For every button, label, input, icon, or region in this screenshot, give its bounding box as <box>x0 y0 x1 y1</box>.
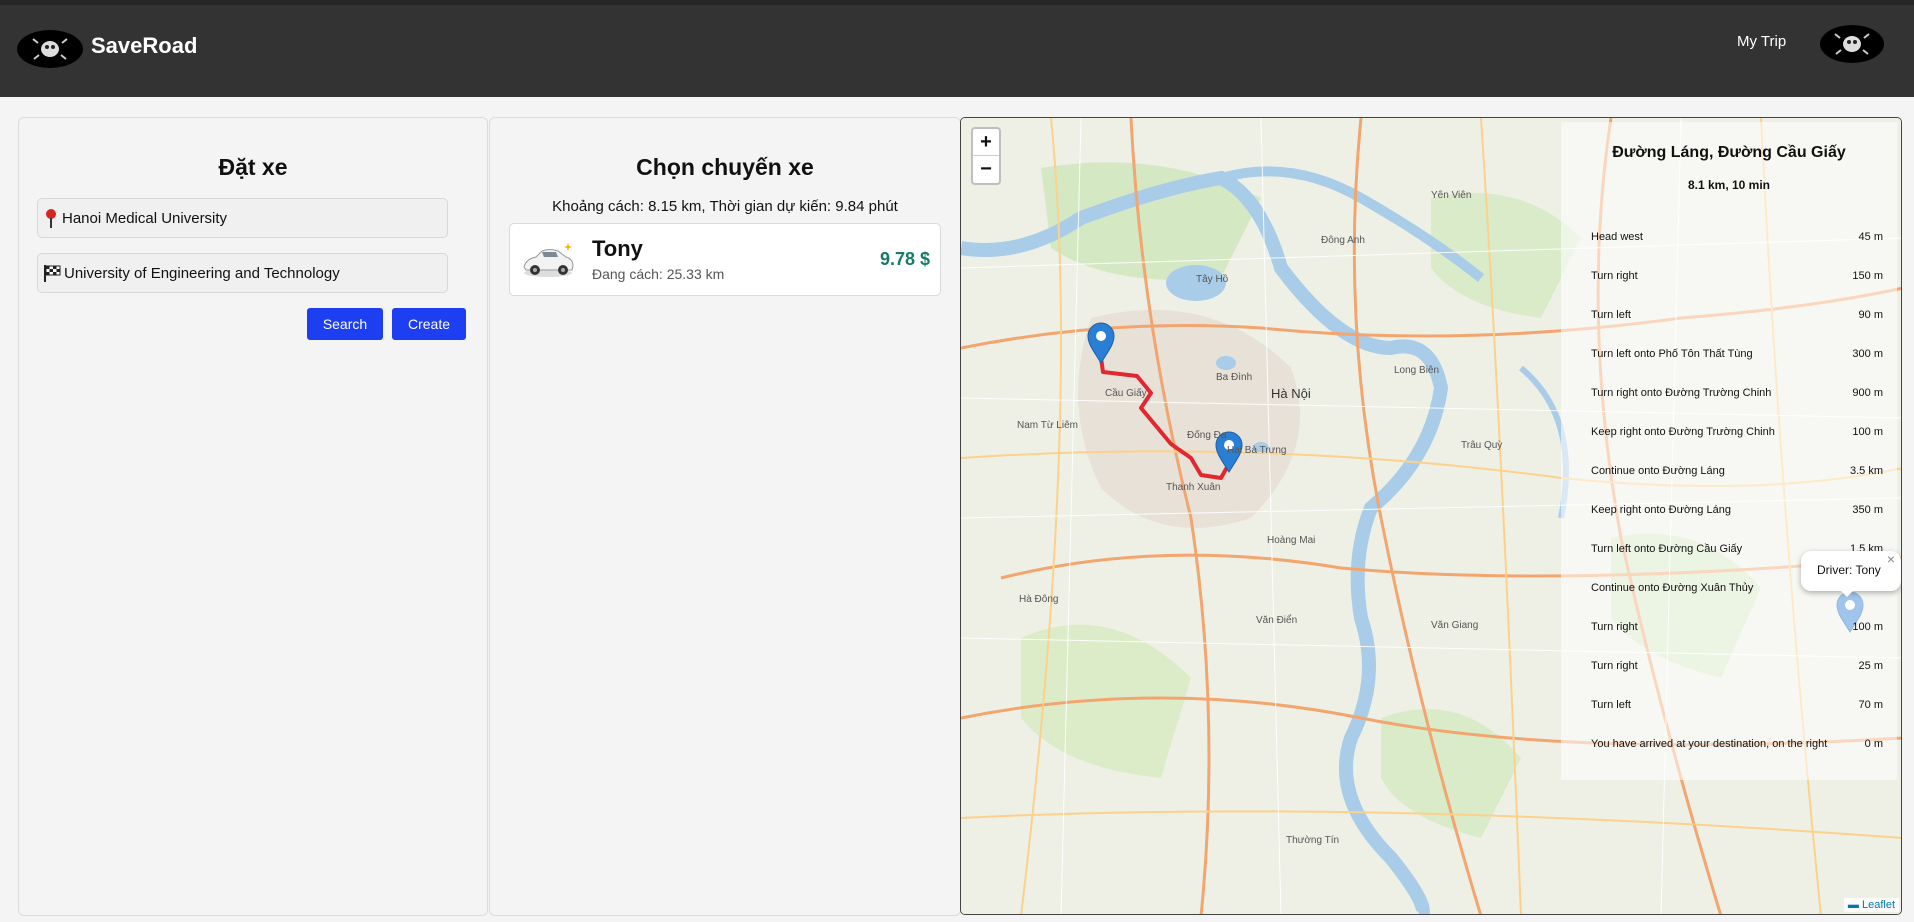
ride-title: Chọn chuyến xe <box>636 154 814 180</box>
map-label: Hai Bà Trưng <box>1227 445 1287 456</box>
booking-panel: Đặt xe Search Create <box>18 117 488 916</box>
ride-card[interactable]: Tony Đang cách: 25.33 km 9.78 $ <box>509 223 941 296</box>
avatar[interactable] <box>1820 25 1884 63</box>
map-label: Thanh Xuân <box>1166 482 1221 493</box>
route-step[interactable]: Turn right 25 m <box>1591 660 1887 676</box>
ride-panel: Chọn chuyến xe Khoảng cách: 8.15 km, Thờ… <box>489 117 961 916</box>
route-step-distance: 0 m <box>1864 738 1883 750</box>
route-step-text: Head west <box>1591 231 1643 243</box>
map-label: Yên Viên <box>1431 190 1471 201</box>
route-step[interactable]: Turn right 150 m <box>1591 270 1887 286</box>
search-button[interactable]: Search <box>307 308 383 340</box>
route-step-text: Continue onto Đường Láng <box>1591 465 1725 477</box>
route-step-text: Keep right onto Đường Láng <box>1591 504 1731 516</box>
route-step-distance: 25 m <box>1858 660 1883 672</box>
route-step-text: Turn right <box>1591 270 1638 282</box>
route-step-text: Turn left onto Phố Tôn Thất Tùng <box>1591 348 1753 360</box>
route-step-text: Turn left <box>1591 699 1631 711</box>
route-step-distance: 45 m <box>1858 231 1883 243</box>
pickup-input[interactable] <box>62 209 422 227</box>
route-step[interactable]: Keep right onto Đường Láng 350 m <box>1591 504 1887 520</box>
route-step-text: Turn left onto Đường Cầu Giấy <box>1591 543 1743 555</box>
driver-popup: Driver: Tony × <box>1801 551 1901 591</box>
logo-icon[interactable] <box>17 30 83 68</box>
ride-price: 9.78 $ <box>879 249 930 269</box>
map[interactable]: Cầu Giấy Ba Đình Hà Nội Đống Đa Hai Bà T… <box>960 117 1902 915</box>
route-step-distance: 90 m <box>1858 309 1883 321</box>
map-label: Hà Nội <box>1271 386 1311 401</box>
booking-title: Đặt xe <box>218 154 288 180</box>
route-step[interactable]: You have arrived at your destination, on… <box>1591 738 1887 754</box>
flag-icon: ▬ <box>1847 899 1862 911</box>
route-step-distance: 900 m <box>1852 387 1883 399</box>
map-label: Đống Đa <box>1187 429 1227 441</box>
nav-my-trip[interactable]: My Trip <box>1737 33 1786 50</box>
route-step-distance: 3.5 km <box>1849 465 1883 477</box>
map-label: Hà Đông <box>1019 594 1058 605</box>
route-step-text: Turn left <box>1591 309 1631 321</box>
route-step-distance: 70 m <box>1858 699 1883 711</box>
route-step[interactable]: Turn right 100 m <box>1591 621 1887 637</box>
map-label: Văn Giang <box>1431 620 1478 631</box>
pushpin-icon <box>42 207 60 229</box>
route-step-text: You have arrived at your destination, on… <box>1591 738 1828 750</box>
close-icon[interactable]: × <box>1887 551 1895 567</box>
map-label: Cầu Giấy <box>1105 387 1147 399</box>
route-step[interactable]: Turn left 70 m <box>1591 699 1887 715</box>
route-step[interactable]: Turn left 90 m <box>1591 309 1887 325</box>
route-step[interactable]: Turn right onto Đường Trường Chinh 900 m <box>1591 387 1887 403</box>
popup-text: Driver: Tony <box>1817 563 1881 577</box>
map-label: Thường Tín <box>1286 835 1339 846</box>
driver-distance: Đang cách: 25.33 km <box>592 266 725 282</box>
route-step[interactable]: Head west 45 m <box>1591 231 1887 247</box>
map-label: Nam Từ Liêm <box>1017 420 1078 431</box>
route-step-text: Continue onto Đường Xuân Thủy <box>1591 582 1754 594</box>
route-step-text: Turn right onto Đường Trường Chinh <box>1591 387 1772 399</box>
destination-field[interactable] <box>37 253 448 293</box>
map-label: Đông Anh <box>1321 235 1365 246</box>
route-step[interactable]: Turn left onto Phố Tôn Thất Tùng 300 m <box>1591 348 1887 364</box>
trip-summary: Khoảng cách: 8.15 km, Thời gian dự kiến:… <box>552 198 898 215</box>
map-label: Trâu Quỳ <box>1461 440 1502 451</box>
car-icon <box>520 237 576 281</box>
zoom-out-button[interactable]: − <box>973 156 999 183</box>
route-step-distance: 350 m <box>1852 504 1883 516</box>
route-step-text: Turn right <box>1591 621 1638 633</box>
map-label: Ba Đình <box>1216 372 1252 383</box>
popup-tip <box>1839 589 1855 597</box>
pickup-field[interactable] <box>37 198 448 238</box>
route-step-distance: 300 m <box>1852 348 1883 360</box>
route-step[interactable]: Keep right onto Đường Trường Chinh 100 m <box>1591 426 1887 442</box>
create-button[interactable]: Create <box>392 308 466 340</box>
map-label: Long Biên <box>1394 365 1439 376</box>
map-label: Hoàng Mai <box>1267 535 1315 546</box>
zoom-control: + − <box>971 127 1001 185</box>
map-label: Tây Hồ <box>1196 273 1229 285</box>
route-title: Đường Láng, Đường Cầu Giấy <box>1612 144 1846 161</box>
route-step-distance: 100 m <box>1852 426 1883 438</box>
map-attribution[interactable]: ▬ Leaflet <box>1843 898 1899 912</box>
route-instructions-panel: Đường Láng, Đường Cầu Giấy 8.1 km, 10 mi… <box>1561 122 1897 780</box>
app-header: SaveRoad My Trip <box>0 5 1914 97</box>
brand-name[interactable]: SaveRoad <box>91 33 197 59</box>
driver-name: Tony <box>592 236 643 261</box>
route-step[interactable]: Continue onto Đường Láng 3.5 km <box>1591 465 1887 481</box>
route-step-distance: 100 m <box>1852 621 1883 633</box>
zoom-in-button[interactable]: + <box>973 129 999 156</box>
attribution-link[interactable]: Leaflet <box>1862 899 1895 911</box>
route-step-distance: 150 m <box>1852 270 1883 282</box>
route-summary: 8.1 km, 10 min <box>1687 178 1771 192</box>
route-step-text: Turn right <box>1591 660 1638 672</box>
checkered-flag-icon <box>42 263 62 283</box>
route-step-text: Keep right onto Đường Trường Chinh <box>1591 426 1775 438</box>
destination-input[interactable] <box>64 264 424 282</box>
map-label: Văn Điển <box>1256 614 1297 626</box>
